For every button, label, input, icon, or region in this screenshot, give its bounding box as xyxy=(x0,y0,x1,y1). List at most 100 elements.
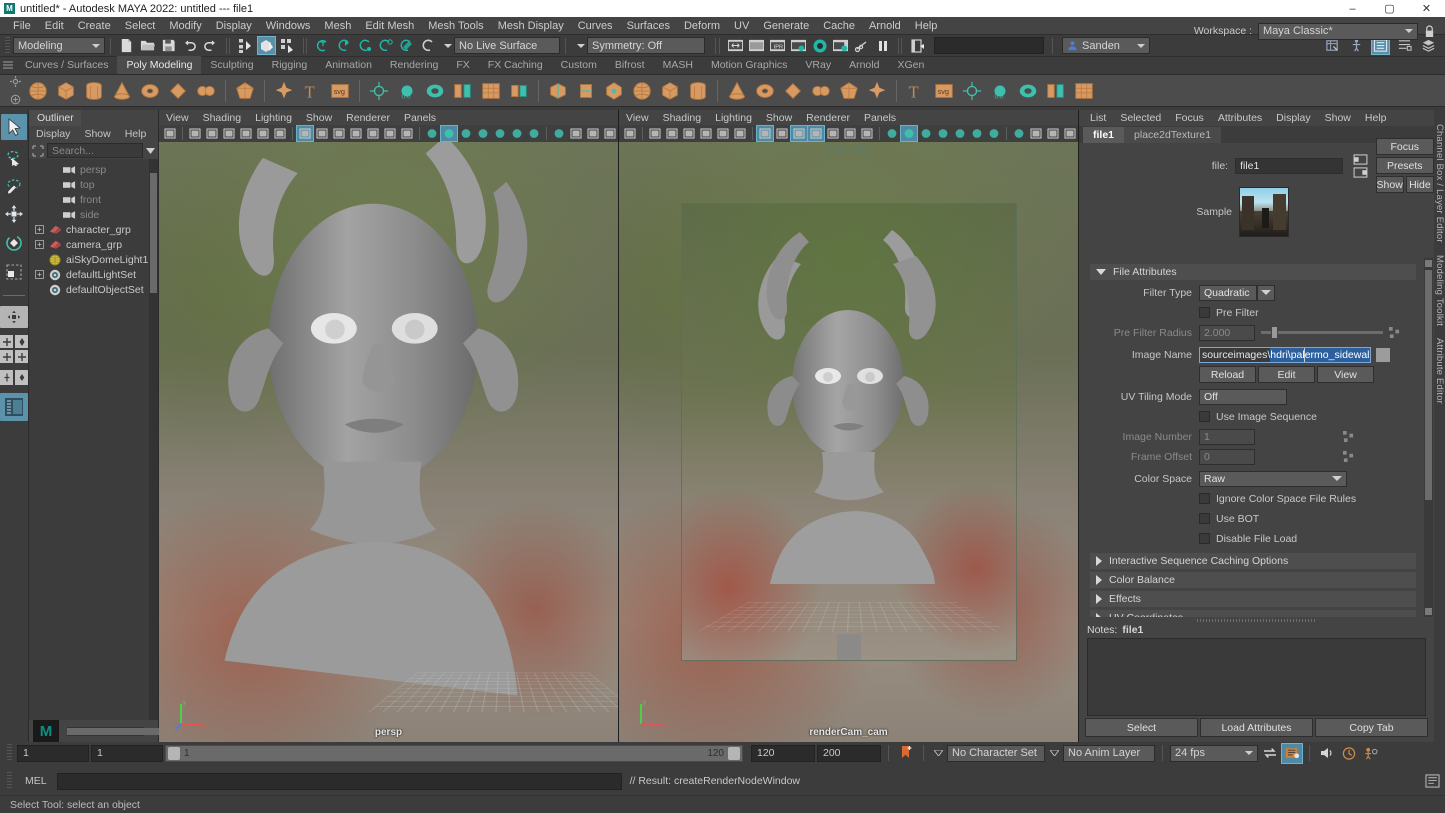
viewport-rendercam-menu-renderer[interactable]: Renderer xyxy=(799,112,857,124)
poly-combine-icon[interactable]: 0.0 xyxy=(395,79,419,103)
outliner-menu-help[interactable]: Help xyxy=(118,128,154,140)
shelf-tab-poly-modeling[interactable]: Poly Modeling xyxy=(117,56,201,74)
ambient-occlusion-icon[interactable] xyxy=(551,126,567,141)
select-by-hierarchy-button[interactable] xyxy=(236,36,255,55)
show-button[interactable]: Show xyxy=(1376,176,1404,193)
shelf-tab-rendering[interactable]: Rendering xyxy=(381,56,447,74)
bookmark-icon[interactable] xyxy=(204,126,220,141)
image-plane-icon[interactable] xyxy=(681,126,697,141)
wireframe-icon[interactable] xyxy=(424,126,440,141)
poly-platonic-icon[interactable] xyxy=(233,79,257,103)
two-sided-lighting-icon[interactable] xyxy=(698,126,714,141)
layout-split-vertical-button[interactable] xyxy=(0,370,13,385)
attribute-editor-menu-help[interactable]: Help xyxy=(1358,112,1394,124)
snap-to-grid-button[interactable] xyxy=(313,36,332,55)
scroll-up-arrow-icon[interactable] xyxy=(1425,260,1432,267)
input-connection-icon[interactable] xyxy=(1353,154,1368,165)
shelf-tab-curves-surfaces[interactable]: Curves / Surfaces xyxy=(16,56,117,74)
poly-merge-icon[interactable]: T xyxy=(904,79,928,103)
output-connection-icon[interactable] xyxy=(1353,167,1368,178)
poly-cylinder-icon[interactable] xyxy=(82,79,106,103)
script-language-label[interactable]: MEL xyxy=(19,775,53,787)
attribute-editor-menu-selected[interactable]: Selected xyxy=(1113,112,1168,124)
snap-to-point-button[interactable] xyxy=(355,36,374,55)
menu-item-arnold[interactable]: Arnold xyxy=(862,17,908,35)
shelf-tab-fx[interactable]: FX xyxy=(447,56,478,74)
poly-text-icon[interactable]: T xyxy=(300,79,324,103)
user-account-dropdown[interactable]: Sanden xyxy=(1062,37,1150,54)
attribute-editor-scroll-thumb[interactable] xyxy=(1425,270,1432,500)
select-camera-icon[interactable] xyxy=(622,126,638,141)
poly-slide-edge-icon[interactable] xyxy=(1016,79,1040,103)
poly-bridge-icon[interactable] xyxy=(658,79,682,103)
camera-attributes-icon[interactable] xyxy=(647,126,663,141)
menu-item-create[interactable]: Create xyxy=(71,17,118,35)
shaded-wireframe-icon[interactable] xyxy=(458,126,474,141)
ipr-render-button[interactable]: IPR xyxy=(768,36,787,55)
textured-icon[interactable] xyxy=(475,126,491,141)
shelf-options-handle[interactable] xyxy=(6,75,24,107)
viewport-persp-menu-lighting[interactable]: Lighting xyxy=(248,112,299,124)
resolution-gate-icon[interactable] xyxy=(331,126,347,141)
menu-item-curves[interactable]: Curves xyxy=(571,17,620,35)
poly-crease-icon[interactable]: 0.0 xyxy=(988,79,1012,103)
toggle-sidebar-button[interactable] xyxy=(908,36,927,55)
range-start-field[interactable]: 1 xyxy=(17,745,89,762)
playback-loop-button[interactable] xyxy=(1260,744,1280,763)
poly-append-icon[interactable] xyxy=(725,79,749,103)
menu-item-windows[interactable]: Windows xyxy=(259,17,318,35)
resolution-gate-icon[interactable] xyxy=(791,126,807,141)
character-pose-button[interactable] xyxy=(1361,744,1381,763)
fps-dropdown[interactable]: 24 fps xyxy=(1170,745,1258,762)
gamma-icon[interactable] xyxy=(859,126,875,141)
script-editor-button[interactable] xyxy=(1423,773,1441,790)
section-header-effects[interactable]: Effects xyxy=(1090,591,1416,607)
render-settings-button[interactable] xyxy=(789,36,808,55)
select-tool[interactable] xyxy=(1,114,27,140)
viewport-rendercam-menu-view[interactable]: View xyxy=(619,112,656,124)
attribute-editor-select-button[interactable]: Select xyxy=(1085,718,1198,737)
file-node-name-input[interactable]: file1 xyxy=(1235,158,1342,174)
open-render-view-button[interactable] xyxy=(726,36,745,55)
menu-item-edit[interactable]: Edit xyxy=(38,17,71,35)
use-default-light-icon[interactable] xyxy=(952,126,968,141)
attribute-editor-tab-place2dtexture1[interactable]: place2dTexture1 xyxy=(1124,127,1221,143)
character-set-field[interactable]: No Character Set xyxy=(947,745,1045,762)
layout-split-horizontal-button[interactable] xyxy=(15,370,28,385)
shelf-tab-rigging[interactable]: Rigging xyxy=(263,56,317,74)
film-origin-icon[interactable] xyxy=(365,126,381,141)
side-tab-channel-box-layer-editor[interactable]: Channel Box / Layer Editor xyxy=(1434,118,1445,249)
outliner-item-side[interactable]: side xyxy=(29,207,158,222)
outliner-menu-display[interactable]: Display xyxy=(29,128,77,140)
isolate-select-icon[interactable] xyxy=(602,126,618,141)
render-current-frame-button[interactable] xyxy=(747,36,766,55)
poly-mirror-icon[interactable] xyxy=(479,79,503,103)
snap-to-projected-center-button[interactable] xyxy=(376,36,395,55)
menu-item-modify[interactable]: Modify xyxy=(162,17,208,35)
shelf-tab-motion-graphics[interactable]: Motion Graphics xyxy=(702,56,796,74)
poly-connect-icon[interactable] xyxy=(837,79,861,103)
bookmark-icon[interactable] xyxy=(664,126,680,141)
lighting-icon[interactable] xyxy=(509,126,525,141)
section-header-uv-coordinates[interactable]: UV Coordinates xyxy=(1090,610,1416,617)
two-sided-lighting-icon[interactable] xyxy=(238,126,254,141)
poly-cone-icon[interactable] xyxy=(110,79,134,103)
animation-start-field[interactable]: 120 xyxy=(751,745,815,762)
outliner-scroll-thumb[interactable] xyxy=(150,173,157,293)
attribute-editor-scrollbar[interactable] xyxy=(1424,258,1433,617)
browse-file-button[interactable] xyxy=(1376,348,1390,362)
attribute-editor-menu-display[interactable]: Display xyxy=(1269,112,1317,124)
shelf-tab-xgen[interactable]: XGen xyxy=(888,56,933,74)
attribute-editor-load-attributes-button[interactable]: Load Attributes xyxy=(1200,718,1313,737)
poly-cube-icon[interactable] xyxy=(54,79,78,103)
search-input[interactable]: Search... xyxy=(47,143,143,158)
shaded-wireframe-icon[interactable] xyxy=(918,126,934,141)
poly-quadrangulate-icon[interactable] xyxy=(574,79,598,103)
expand-toggle[interactable]: + xyxy=(35,240,44,249)
shelf-tab-custom[interactable]: Custom xyxy=(552,56,606,74)
disable-file-load-checkbox[interactable] xyxy=(1199,533,1210,544)
shelf-tab-mash[interactable]: MASH xyxy=(654,56,702,74)
scroll-down-arrow-icon[interactable] xyxy=(1425,608,1432,615)
isolate-select-icon[interactable] xyxy=(1062,126,1078,141)
section-header-interactive-sequence-caching-options[interactable]: Interactive Sequence Caching Options xyxy=(1090,553,1416,569)
